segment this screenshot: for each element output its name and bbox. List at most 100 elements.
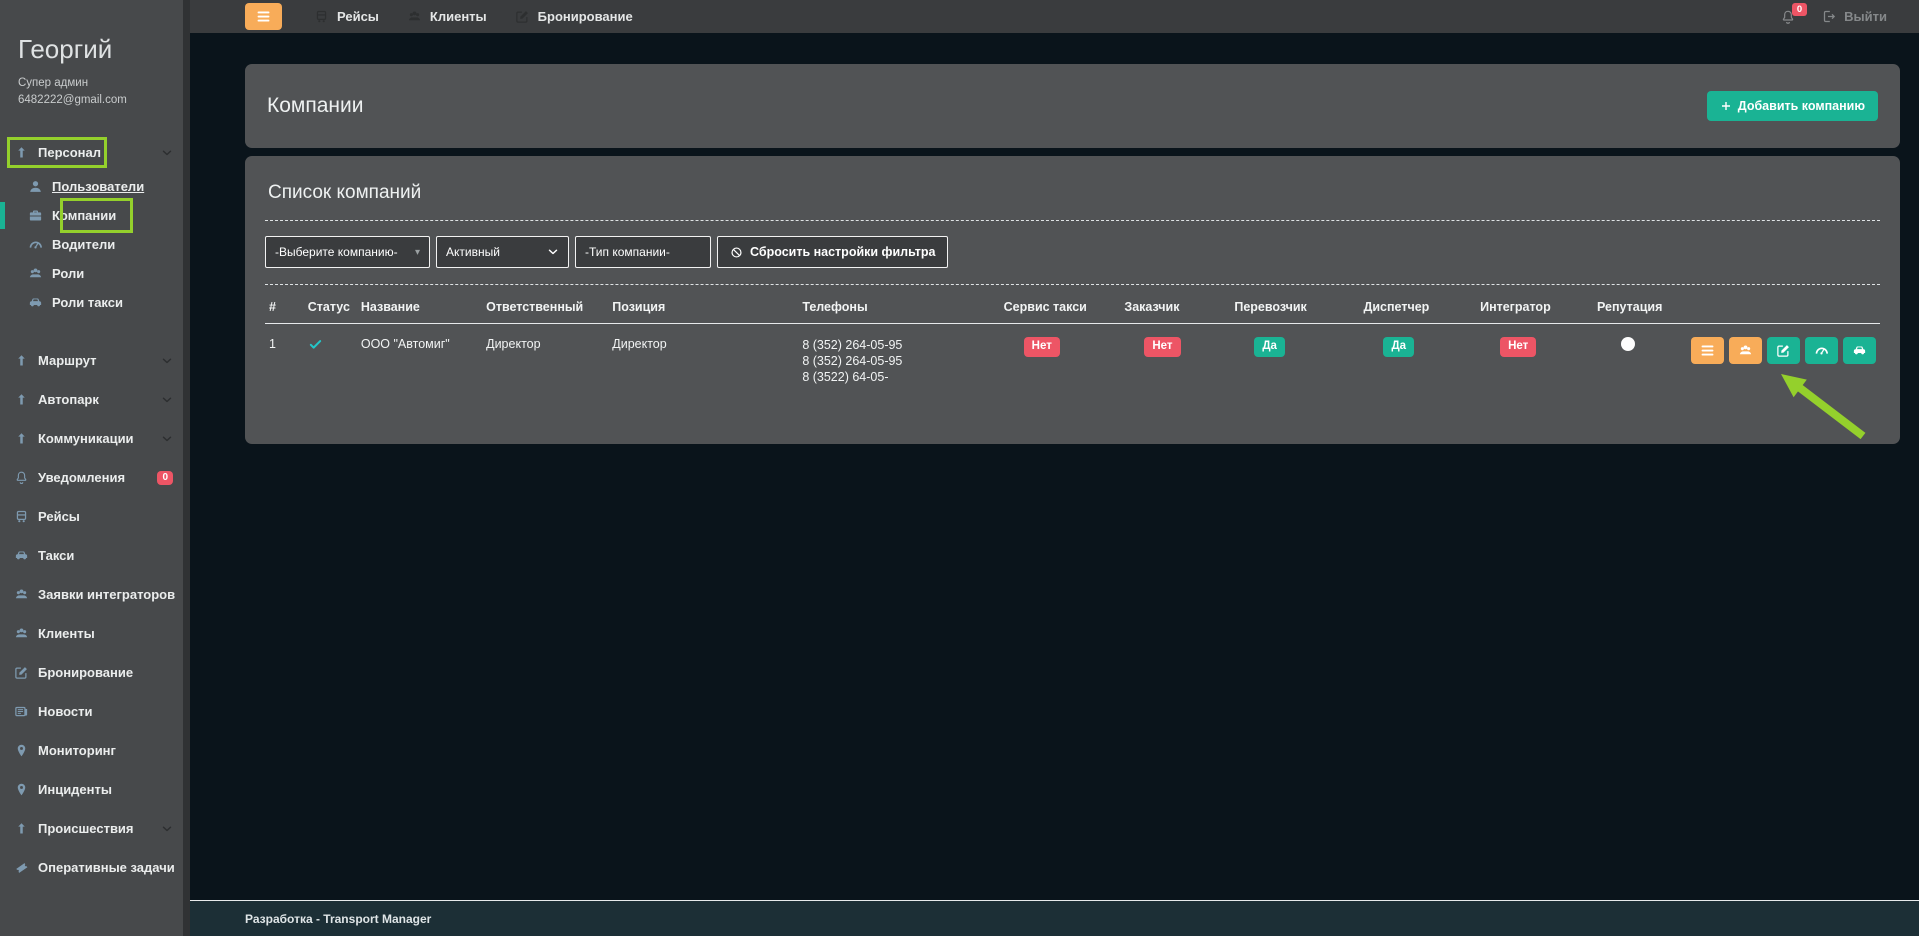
user-profile: Георгий Супер админ 6482222@gmail.com <box>0 0 183 133</box>
main-area: Рейсы Клиенты Бронирование 0 В <box>190 0 1919 936</box>
page-title: Компании <box>267 94 363 118</box>
caret-down-icon: ▾ <box>415 247 420 258</box>
companies-table: # Статус Название Ответственный Позиция … <box>265 291 1880 398</box>
sidebar-item-users[interactable]: Пользователи <box>0 172 183 201</box>
sidebar-item-clients[interactable]: Клиенты <box>0 614 183 653</box>
user-name: Георгий <box>18 34 165 65</box>
car-icon <box>14 548 29 563</box>
map-marker-icon <box>14 743 29 758</box>
sidebar-item-monitoring[interactable]: Мониторинг <box>0 731 183 770</box>
sidebar-item-personal[interactable]: Персонал <box>0 133 183 172</box>
footer-text: Разработка - Transport Manager <box>245 912 431 926</box>
level-up-icon <box>14 431 29 446</box>
col-carrier: Перевозчик <box>1230 291 1359 324</box>
tachometer-icon <box>28 237 43 252</box>
edit-icon <box>14 665 29 680</box>
sidebar-item-taxi[interactable]: Такси <box>0 536 183 575</box>
sidebar-item-fleet[interactable]: Автопарк <box>0 380 183 419</box>
user-email: 6482222@gmail.com <box>18 92 165 109</box>
col-integrator: Интегратор <box>1476 291 1593 324</box>
col-num: # <box>265 291 304 324</box>
col-reputation: Репутация <box>1593 291 1687 324</box>
briefcase-icon <box>28 208 43 223</box>
col-dispatcher: Диспетчер <box>1359 291 1476 324</box>
carrier-badge: Да <box>1254 337 1285 357</box>
sidebar-item-drivers[interactable]: Водители <box>0 230 183 259</box>
status-select[interactable]: Активный <box>436 236 569 268</box>
sidebar: Георгий Супер админ 6482222@gmail.com Пе… <box>0 0 183 936</box>
sidebar-item-roles[interactable]: Роли <box>0 259 183 288</box>
company-users-button[interactable] <box>1729 337 1762 364</box>
user-icon <box>28 179 43 194</box>
bell-icon <box>14 470 29 485</box>
sidebar-item-operational-tasks[interactable]: Оперативные задачи <box>0 848 183 887</box>
table-row: 1 ООО "Автомиг" Директор Директор 8 (352… <box>265 324 1880 399</box>
reset-filters-button[interactable]: Сбросить настройки фильтра <box>717 236 948 268</box>
table-header-row: # Статус Название Ответственный Позиция … <box>265 291 1880 324</box>
company-type-input[interactable] <box>575 236 711 268</box>
sidebar-item-companies[interactable]: Компании <box>0 201 183 230</box>
notifications-badge: 0 <box>157 471 173 485</box>
bus-icon <box>314 9 329 24</box>
notifications-bell-button[interactable]: 0 <box>1780 9 1796 25</box>
position: Директор <box>608 324 798 399</box>
edit-icon <box>1776 343 1791 358</box>
vehicles-button[interactable] <box>1843 337 1876 364</box>
row-num: 1 <box>265 324 304 399</box>
topbar: Рейсы Клиенты Бронирование 0 В <box>190 0 1919 33</box>
add-company-button[interactable]: Добавить компанию <box>1707 91 1878 121</box>
logout-button[interactable]: Выйти <box>1822 9 1887 24</box>
hamburger-icon <box>256 9 271 24</box>
customer-badge: Нет <box>1144 337 1180 357</box>
sidebar-item-integrator-requests[interactable]: Заявки интеграторов <box>0 575 183 614</box>
chevron-down-icon <box>547 246 559 258</box>
sidebar-item-notifications[interactable]: Уведомления 0 <box>0 458 183 497</box>
taxi-service-badge: Нет <box>1024 337 1060 357</box>
chevron-down-icon <box>161 433 173 445</box>
divider <box>265 220 1880 221</box>
map-marker-icon <box>14 782 29 797</box>
sidebar-item-trips[interactable]: Рейсы <box>0 497 183 536</box>
user-role: Супер админ <box>18 75 165 92</box>
sidebar-edge-strip <box>183 0 190 936</box>
details-list-button[interactable] <box>1691 337 1724 364</box>
sidebar-item-incidents[interactable]: Инциденты <box>0 770 183 809</box>
sidebar-item-news[interactable]: Новости <box>0 692 183 731</box>
sidebar-item-booking[interactable]: Бронирование <box>0 653 183 692</box>
phones: 8 (352) 264-05-95 8 (352) 264-05-95 8 (3… <box>798 324 999 399</box>
chevron-down-icon <box>161 355 173 367</box>
topbar-item-clients[interactable]: Клиенты <box>407 9 487 24</box>
users-icon <box>14 587 29 602</box>
topbar-item-booking[interactable]: Бронирование <box>515 9 633 24</box>
level-up-icon <box>14 392 29 407</box>
sidebar-item-taxi-roles[interactable]: Роли такси <box>0 288 183 317</box>
car-icon <box>28 295 43 310</box>
sidebar-item-accidents[interactable]: Происшествия <box>0 809 183 848</box>
menu-toggle-button[interactable] <box>245 3 282 30</box>
reputation-dot <box>1621 337 1635 351</box>
responsible: Директор <box>482 324 608 399</box>
col-name: Название <box>357 291 482 324</box>
edit-icon <box>515 9 530 24</box>
company-select[interactable]: -Выберите компанию- ▾ <box>265 236 430 268</box>
bus-icon <box>14 509 29 524</box>
filter-bar: -Выберите компанию- ▾ Активный Сбросить … <box>265 236 1880 268</box>
page-content: Компании Добавить компанию Список компан… <box>190 33 1919 900</box>
list-icon <box>1700 343 1715 358</box>
drivers-button[interactable] <box>1805 337 1838 364</box>
level-up-icon <box>14 821 29 836</box>
level-up-icon <box>14 353 29 368</box>
companies-panel: Список компаний -Выберите компанию- ▾ Ак… <box>245 156 1900 444</box>
sidebar-menu: Персонал Пользователи Компании Водители … <box>0 133 183 887</box>
ban-icon <box>730 246 743 259</box>
sidebar-item-route[interactable]: Маршрут <box>0 341 183 380</box>
sidebar-item-communications[interactable]: Коммуникации <box>0 419 183 458</box>
notification-count-badge: 0 <box>1792 3 1807 17</box>
row-actions <box>1691 337 1876 364</box>
topbar-item-trips[interactable]: Рейсы <box>314 9 379 24</box>
edit-company-button[interactable] <box>1767 337 1800 364</box>
footer: Разработка - Transport Manager <box>190 900 1919 936</box>
divider <box>265 284 1880 285</box>
newspaper-icon <box>14 704 29 719</box>
col-responsible: Ответственный <box>482 291 608 324</box>
